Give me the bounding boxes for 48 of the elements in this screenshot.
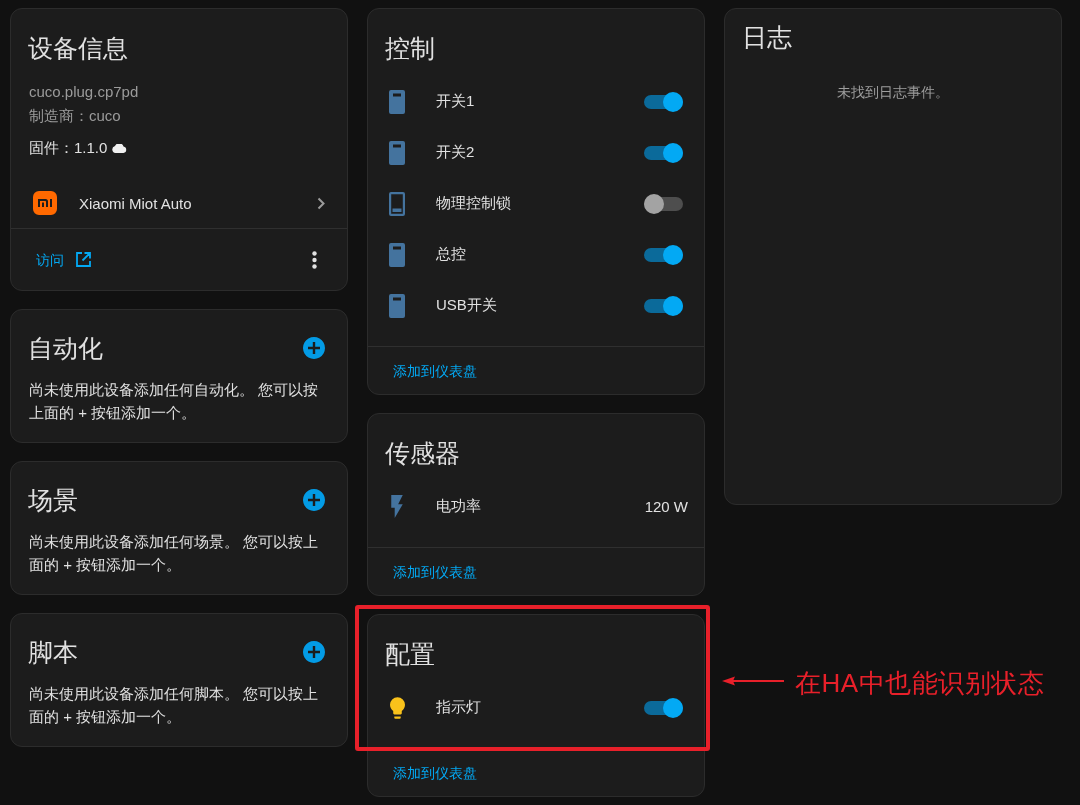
- add-to-dashboard-link[interactable]: 添加到仪表盘: [393, 561, 477, 582]
- model-text: cuco.plug.cp7pd: [29, 82, 139, 102]
- manufacturer-text: 制造商：cuco: [29, 106, 121, 126]
- lightbulb-icon: [389, 696, 405, 719]
- annotation-text: 在HA中也能识别状态: [795, 667, 1045, 700]
- card-title: 自动化: [28, 333, 103, 364]
- toggle-switch[interactable]: [644, 295, 683, 316]
- entity-name: 开关1: [436, 92, 476, 111]
- add-to-dashboard-link[interactable]: 添加到仪表盘: [393, 360, 477, 381]
- integration-item[interactable]: Xiaomi Miot Auto: [11, 178, 347, 228]
- card-title: 配置: [385, 639, 435, 670]
- entity-name: 电功率: [436, 497, 482, 516]
- kebab-menu-icon[interactable]: [312, 250, 317, 269]
- card-title: 控制: [385, 33, 435, 64]
- add-to-dashboard-link[interactable]: 添加到仪表盘: [393, 762, 477, 783]
- empty-message: 尚未使用此设备添加任何场景。 您可以按上面的 + 按钮添加一个。: [28, 532, 320, 575]
- card-title: 日志: [742, 22, 792, 53]
- card-title: 脚本: [28, 637, 78, 668]
- firmware-text: 固件：1.1.0: [29, 138, 108, 158]
- card-title: 传感器: [385, 438, 460, 469]
- entity-name: USB开关: [436, 296, 498, 315]
- entity-name: 物理控制锁: [436, 194, 512, 213]
- card-title: 设备信息: [28, 33, 128, 64]
- empty-message: 尚未使用此设备添加任何脚本。 您可以按上面的 + 按钮添加一个。: [28, 684, 320, 727]
- visit-link[interactable]: 访问: [36, 249, 91, 270]
- external-link-icon: [76, 252, 91, 267]
- sensor-value: 120 W: [644, 498, 688, 515]
- toggle-switch[interactable]: [644, 142, 683, 163]
- toggle-switch[interactable]: [644, 697, 683, 718]
- cloud-icon: [112, 143, 128, 153]
- entity-name: 总控: [436, 245, 467, 264]
- toggle-switch[interactable]: [644, 193, 683, 214]
- toggle-switch[interactable]: [644, 244, 683, 265]
- card-title: 场景: [28, 485, 78, 516]
- empty-message: 未找到日志事件。: [837, 83, 949, 102]
- entity-name: 开关2: [436, 143, 476, 162]
- logo-icon: [33, 191, 57, 215]
- toggle-switch[interactable]: [644, 91, 683, 112]
- switch-icon: [389, 191, 405, 216]
- switch-icon: [389, 140, 405, 165]
- switch-icon: [389, 242, 405, 267]
- empty-message: 尚未使用此设备添加任何自动化。 您可以按上面的 + 按钮添加一个。: [28, 380, 320, 423]
- chevron-right-icon: [317, 196, 325, 210]
- entity-name: 指示灯: [436, 698, 482, 717]
- lightning-bolt-icon: [391, 495, 403, 518]
- arrow-icon: [722, 675, 784, 687]
- switch-icon: [389, 293, 405, 318]
- switch-icon: [389, 89, 405, 114]
